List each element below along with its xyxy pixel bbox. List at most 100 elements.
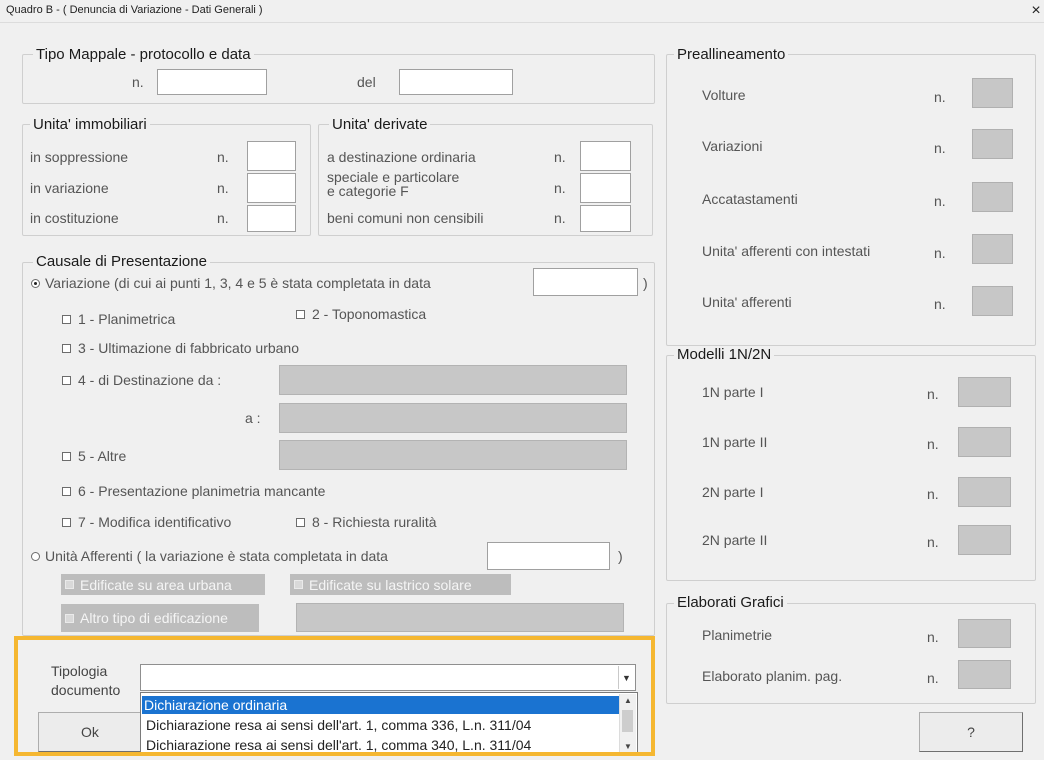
unita-afferenti-pre-label: Unita' afferenti bbox=[702, 294, 792, 310]
radio-unselected-icon bbox=[31, 551, 40, 561]
volture-label: Volture bbox=[702, 87, 746, 103]
checkbox-planimetrica[interactable]: 1 - Planimetrica bbox=[62, 311, 175, 327]
beni-comuni-input[interactable] bbox=[580, 205, 631, 232]
tipo-mappale-del-label: del bbox=[357, 74, 376, 90]
checkbox-icon bbox=[65, 580, 74, 589]
protocollo-date-input[interactable] bbox=[399, 69, 513, 95]
altre-input[interactable] bbox=[279, 440, 627, 470]
checkbox-icon bbox=[62, 343, 71, 353]
checkbox-icon bbox=[62, 517, 71, 527]
causale-legend: Causale di Presentazione bbox=[33, 253, 210, 271]
checkbox-edificate-urbana[interactable]: Edificate su area urbana bbox=[61, 574, 265, 595]
2n-parte-i-n: n. bbox=[927, 486, 939, 502]
elaborato-planim-label: Elaborato planim. pag. bbox=[702, 668, 843, 684]
unita-afferenti-pre-n: n. bbox=[934, 296, 946, 312]
elaborato-planim-value bbox=[958, 660, 1011, 689]
altro-tipo-input[interactable] bbox=[296, 603, 624, 632]
destinazione-ordinaria-label: a destinazione ordinaria bbox=[327, 149, 476, 165]
accatastamenti-label: Accatastamenti bbox=[702, 191, 798, 207]
unita-afferenti-close-paren: ) bbox=[618, 548, 623, 564]
in-variazione-input[interactable] bbox=[247, 173, 296, 203]
modelli-legend: Modelli 1N/2N bbox=[674, 346, 775, 364]
title-divider bbox=[0, 22, 1044, 23]
unita-afferenti-pre-value bbox=[972, 286, 1013, 316]
checkbox-altro-tipo[interactable]: Altro tipo di edificazione bbox=[61, 604, 259, 632]
beni-comuni-n: n. bbox=[554, 210, 566, 226]
unita-afferenti-intestati-value bbox=[972, 234, 1013, 264]
checkbox-modifica-identificativo[interactable]: 7 - Modifica identificativo bbox=[62, 514, 231, 530]
in-costituzione-input[interactable] bbox=[247, 205, 296, 232]
unita-derivate-legend: Unita' derivate bbox=[329, 116, 431, 134]
checkbox-altre[interactable]: 5 - Altre bbox=[62, 448, 126, 464]
variazione-label: Variazione (di cui ai punti 1, 3, 4 e 5 … bbox=[45, 275, 431, 291]
checkbox-edificate-lastrico[interactable]: Edificate su lastrico solare bbox=[290, 574, 511, 595]
2n-parte-ii-label: 2N parte II bbox=[702, 532, 768, 548]
in-soppressione-n: n. bbox=[217, 149, 229, 165]
destinazione-ordinaria-n: n. bbox=[554, 149, 566, 165]
window-title: Quadro B - ( Denuncia di Variazione - Da… bbox=[6, 4, 263, 16]
destinazione-a-input[interactable] bbox=[279, 403, 627, 433]
variazione-date-input[interactable] bbox=[533, 268, 638, 296]
in-soppressione-label: in soppressione bbox=[30, 149, 129, 165]
checkbox-icon bbox=[62, 314, 71, 324]
destinazione-a-label: a : bbox=[245, 410, 261, 426]
variazione-close-paren: ) bbox=[643, 275, 648, 291]
help-button[interactable]: ? bbox=[919, 712, 1023, 752]
in-variazione-n: n. bbox=[217, 180, 229, 196]
destinazione-ordinaria-input[interactable] bbox=[580, 141, 631, 171]
planimetrie-n: n. bbox=[927, 629, 939, 645]
variazioni-label: Variazioni bbox=[702, 138, 763, 154]
speciale-categorie-f-label: speciale e particolare e categorie F bbox=[327, 169, 460, 199]
1n-parte-i-n: n. bbox=[927, 386, 939, 402]
speciale-categorie-f-n: n. bbox=[554, 180, 566, 196]
1n-parte-i-value bbox=[958, 377, 1011, 407]
checkbox-toponomastica[interactable]: 2 - Toponomastica bbox=[296, 306, 426, 322]
in-costituzione-label: in costituzione bbox=[30, 210, 119, 226]
1n-parte-ii-value bbox=[958, 427, 1011, 457]
unita-afferenti-radio[interactable]: Unità Afferenti ( la variazione è stata … bbox=[31, 548, 388, 564]
accatastamenti-n: n. bbox=[934, 193, 946, 209]
variazioni-n: n. bbox=[934, 140, 946, 156]
checkbox-ultimazione[interactable]: 3 - Ultimazione di fabbricato urbano bbox=[62, 340, 299, 356]
checkbox-icon bbox=[62, 375, 71, 385]
tipo-mappale-legend: Tipo Mappale - protocollo e data bbox=[33, 46, 254, 64]
planimetrie-label: Planimetrie bbox=[702, 627, 773, 643]
preallineamento-legend: Preallineamento bbox=[674, 46, 789, 64]
variazioni-value bbox=[972, 129, 1013, 159]
close-icon[interactable]: × bbox=[1028, 0, 1044, 22]
in-soppressione-input[interactable] bbox=[247, 141, 296, 171]
elaborati-legend: Elaborati Grafici bbox=[674, 594, 787, 612]
volture-n: n. bbox=[934, 89, 946, 105]
unita-afferenti-label: Unità Afferenti ( la variazione è stata … bbox=[45, 548, 388, 564]
checkbox-icon bbox=[296, 517, 305, 527]
checkbox-richiesta-ruralita[interactable]: 8 - Richiesta ruralità bbox=[296, 514, 437, 530]
in-costituzione-n: n. bbox=[217, 210, 229, 226]
in-variazione-label: in variazione bbox=[30, 180, 109, 196]
2n-parte-ii-value bbox=[958, 525, 1011, 555]
unita-afferenti-date-input[interactable] bbox=[487, 542, 610, 570]
checkbox-planimetria-mancante[interactable]: 6 - Presentazione planimetria mancante bbox=[62, 483, 325, 499]
radio-selected-icon bbox=[31, 278, 40, 288]
unita-afferenti-intestati-n: n. bbox=[934, 245, 946, 261]
beni-comuni-label: beni comuni non censibili bbox=[327, 210, 484, 226]
speciale-categorie-f-input[interactable] bbox=[580, 173, 631, 203]
2n-parte-ii-n: n. bbox=[927, 534, 939, 550]
protocollo-number-input[interactable] bbox=[157, 69, 267, 95]
checkbox-icon bbox=[62, 486, 71, 496]
2n-parte-i-value bbox=[958, 477, 1011, 507]
variazione-radio[interactable]: Variazione (di cui ai punti 1, 3, 4 e 5 … bbox=[31, 275, 431, 291]
accatastamenti-value bbox=[972, 182, 1013, 212]
destinazione-da-input[interactable] bbox=[279, 365, 627, 395]
checkbox-destinazione[interactable]: 4 - di Destinazione da : bbox=[62, 372, 221, 388]
2n-parte-i-label: 2N parte I bbox=[702, 484, 764, 500]
unita-afferenti-intestati-label: Unita' afferenti con intestati bbox=[702, 243, 871, 259]
tipo-mappale-n-label: n. bbox=[132, 74, 144, 90]
checkbox-icon bbox=[62, 451, 71, 461]
highlight-box bbox=[14, 636, 655, 756]
unita-immobiliari-legend: Unita' immobiliari bbox=[30, 116, 150, 134]
volture-value bbox=[972, 78, 1013, 108]
checkbox-icon bbox=[294, 580, 303, 589]
planimetrie-value bbox=[958, 619, 1011, 648]
1n-parte-i-label: 1N parte I bbox=[702, 384, 764, 400]
checkbox-icon bbox=[296, 309, 305, 319]
